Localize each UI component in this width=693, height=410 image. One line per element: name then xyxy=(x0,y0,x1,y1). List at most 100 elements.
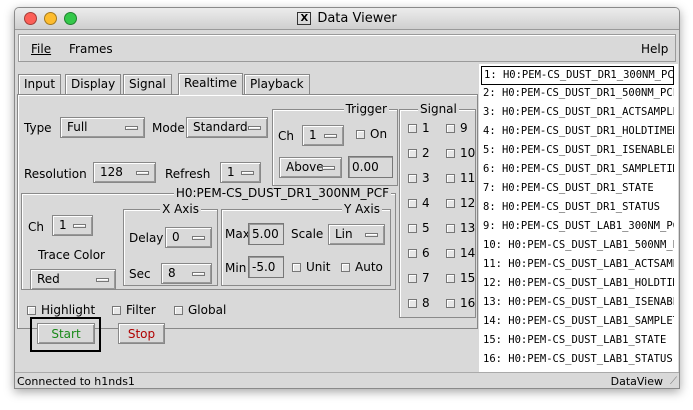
global-label: Global xyxy=(188,303,227,317)
signal-checkbox[interactable] xyxy=(446,149,455,158)
signal-checkbox[interactable] xyxy=(446,249,455,258)
channel-list-item[interactable]: 7: H0:PEM-CS_DUST_DR1_STATE xyxy=(481,180,674,199)
status-app: DataView xyxy=(610,375,663,388)
tab-signal[interactable]: Signal xyxy=(123,74,172,94)
highlight-label: Highlight xyxy=(41,303,96,317)
filter-checkbox[interactable] xyxy=(112,306,121,315)
trigger-ch-value: 1 xyxy=(309,128,317,142)
signal-checkbox[interactable] xyxy=(446,174,455,183)
signal-label: 9 xyxy=(460,121,468,135)
channel-list-item[interactable]: 2: H0:PEM-CS_DUST_DR1_500NM_PCF xyxy=(481,85,674,104)
channel-list-item[interactable]: 15: H0:PEM-CS_DUST_LAB1_STATE xyxy=(481,332,674,351)
signal-label: 6 xyxy=(422,246,430,260)
channel-list-item[interactable]: 8: H0:PEM-CS_DUST_DR1_STATUS xyxy=(481,199,674,218)
channel-list-item[interactable]: 13: H0:PEM-CS_DUST_LAB1_ISENABLE xyxy=(481,294,674,313)
signal-checkbox[interactable] xyxy=(408,199,417,208)
channel-group: H0:PEM-CS_DUST_DR1_300NM_PCF Ch 1 Trace … xyxy=(21,186,396,290)
delay-value: 0 xyxy=(172,230,180,244)
channel-list-item[interactable]: 11: H0:PEM-CS_DUST_LAB1_ACTSAMPL xyxy=(481,256,674,275)
signal-checkbox[interactable] xyxy=(446,124,455,133)
sec-select[interactable]: 8 xyxy=(161,263,212,284)
tab-input[interactable]: Input xyxy=(18,74,62,94)
signal-checkbox[interactable] xyxy=(446,199,455,208)
refresh-select[interactable]: 1 xyxy=(220,162,261,183)
trigger-on-checkbox[interactable] xyxy=(356,130,365,139)
tab-display[interactable]: Display xyxy=(65,74,122,94)
resolution-select[interactable]: 128 xyxy=(93,162,156,183)
channel-title: H0:PEM-CS_DUST_DR1_300NM_PCF xyxy=(173,186,391,200)
signal-title: Signal xyxy=(418,102,459,116)
signal-checkbox[interactable] xyxy=(408,299,417,308)
menu-help[interactable]: Help xyxy=(641,42,668,56)
channel-list-item[interactable]: 4: H0:PEM-CS_DUST_DR1_HOLDTIMEMO xyxy=(481,123,674,142)
trigger-title: Trigger xyxy=(343,102,389,116)
signal-label: 15 xyxy=(460,271,476,285)
refresh-label: Refresh xyxy=(165,167,211,181)
signal-checkbox[interactable] xyxy=(408,124,417,133)
channel-list-item[interactable]: 6: H0:PEM-CS_DUST_DR1_SAMPLETIME xyxy=(481,161,674,180)
type-label: Type xyxy=(24,121,52,135)
y-min-input[interactable]: -5.0 xyxy=(248,256,284,278)
signal-checkbox[interactable] xyxy=(446,274,455,283)
global-checkbox[interactable] xyxy=(174,306,183,315)
channel-list-item[interactable]: 12: H0:PEM-CS_DUST_LAB1_HOLDTIME xyxy=(481,275,674,294)
type-select[interactable]: Full xyxy=(60,117,145,138)
highlight-checkbox[interactable] xyxy=(27,306,36,315)
signal-label: 10 xyxy=(460,146,476,160)
channel-list-item[interactable]: 3: H0:PEM-CS_DUST_DR1_ACTSAMPLET xyxy=(481,104,674,123)
signal-label: 1 xyxy=(422,121,430,135)
channel-ch-select[interactable]: 1 xyxy=(52,215,93,236)
unit-checkbox[interactable] xyxy=(292,263,301,272)
scale-value: Lin xyxy=(335,227,353,241)
signal-checkbox[interactable] xyxy=(408,224,417,233)
channel-list[interactable]: 1: H0:PEM-CS_DUST_DR1_300NM_PCF 2: H0:PEM… xyxy=(479,64,678,372)
menu-frames[interactable]: Frames xyxy=(69,42,113,56)
delay-select[interactable]: 0 xyxy=(165,227,212,248)
x-axis-group: X Axis Delay 0 Sec 8 xyxy=(123,202,218,286)
stop-button[interactable]: Stop xyxy=(118,323,165,344)
delay-label: Delay xyxy=(129,231,164,245)
auto-checkbox[interactable] xyxy=(341,263,350,272)
trace-color-label: Trace Color xyxy=(38,248,105,262)
signal-checkbox[interactable] xyxy=(408,249,417,258)
channel-list-item[interactable]: 16: H0:PEM-CS_DUST_LAB1_STATUS xyxy=(481,351,674,370)
resolution-label: Resolution xyxy=(24,167,87,181)
y-max-input[interactable]: 5.00 xyxy=(248,223,284,245)
dropdown-indicator-icon xyxy=(192,236,205,240)
signal-checkbox[interactable] xyxy=(446,299,455,308)
scale-select[interactable]: Lin xyxy=(328,224,385,245)
trigger-on-label: On xyxy=(370,127,388,141)
data-viewer-window: X Data Viewer File Frames Help Input Disp… xyxy=(14,7,680,389)
start-button[interactable]: Start xyxy=(37,323,95,344)
signal-label: 8 xyxy=(422,296,430,310)
resolution-select-value: 128 xyxy=(100,165,123,179)
y-axis-title: Y Axis xyxy=(341,202,382,216)
signal-checkbox[interactable] xyxy=(408,174,417,183)
channel-list-item[interactable]: 1: H0:PEM-CS_DUST_DR1_300NM_PCF xyxy=(481,66,674,85)
window-title-text: Data Viewer xyxy=(317,11,397,26)
trace-color-value: Red xyxy=(37,272,60,286)
dropdown-indicator-icon xyxy=(324,134,337,138)
channel-list-item[interactable]: 10: H0:PEM-CS_DUST_LAB1_500NM_PC xyxy=(481,237,674,256)
signal-label: 3 xyxy=(422,171,430,185)
trigger-ch-select[interactable]: 1 xyxy=(302,125,344,146)
channel-list-item[interactable]: 14: H0:PEM-CS_DUST_LAB1_SAMPLETI xyxy=(481,313,674,332)
mode-select[interactable]: Standard xyxy=(186,117,268,138)
signal-checkbox[interactable] xyxy=(408,149,417,158)
signal-checkbox[interactable] xyxy=(408,274,417,283)
resize-grip-icon[interactable]: ⟋ xyxy=(670,376,677,387)
max-label: Max xyxy=(225,227,250,241)
trigger-level-input[interactable]: 0.00 xyxy=(348,156,393,178)
signal-checkbox[interactable] xyxy=(446,224,455,233)
tab-playback[interactable]: Playback xyxy=(244,74,310,94)
trigger-slope-select[interactable]: Above xyxy=(279,157,342,178)
tab-realtime[interactable]: Realtime xyxy=(178,73,243,95)
channel-list-item[interactable]: 5: H0:PEM-CS_DUST_DR1_ISENABLED xyxy=(481,142,674,161)
mode-label: Mode xyxy=(152,121,185,135)
x11-icon: X xyxy=(297,12,312,25)
menu-file[interactable]: File xyxy=(31,42,51,56)
channel-list-item[interactable]: 9: H0:PEM-CS_DUST_LAB1_300NM_PCF xyxy=(481,218,674,237)
dropdown-indicator-icon xyxy=(248,126,261,130)
trace-color-select[interactable]: Red xyxy=(30,269,116,290)
mode-select-value: Standard xyxy=(193,120,248,134)
